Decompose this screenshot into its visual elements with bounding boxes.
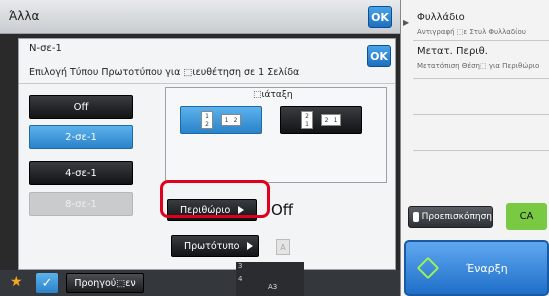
preview-button[interactable]: Προεπισκόπηση <box>408 206 493 228</box>
preview-label: Προεπισκόπηση <box>421 212 492 222</box>
preview-icon <box>413 212 419 222</box>
page-vertical-icon: 1 2 <box>201 111 213 129</box>
top-ok-button[interactable]: OK <box>368 6 392 28</box>
layout-option-21-button[interactable]: 2 1 2 1 <box>280 106 362 134</box>
option-off-button[interactable]: Off <box>29 95 133 119</box>
option-8in1-button: 8-σε-1 <box>29 192 133 216</box>
page-horizontal-icon: 1 2 <box>221 114 241 126</box>
dialog-ok-button[interactable]: OK <box>367 45 391 67</box>
layout-title: ⬚ιάταξη <box>253 90 293 100</box>
page-number: 2 <box>233 116 238 124</box>
option-4in1-button[interactable]: 4-σε-1 <box>29 161 133 185</box>
page-horizontal-icon: 2 1 <box>321 114 341 126</box>
play-arrow-icon: ▶ <box>403 18 410 27</box>
dialog-title: N-σε-1 <box>29 43 62 54</box>
top-bar: Άλλα OK <box>0 0 400 34</box>
layout-group: ⬚ιάταξη 1 2 1 2 2 1 2 1 <box>165 87 387 183</box>
tray-number: 4 <box>238 275 243 283</box>
margin-shift-title: Μετατ. Περιθ. <box>417 46 488 57</box>
divider <box>413 78 549 79</box>
original-label: Πρωτότυπο <box>184 240 240 252</box>
page-number: 1 <box>305 120 309 128</box>
booklet-subtitle: Αντιγραφή ⬚ε Στυλ Φυλλαδίου <box>417 28 526 36</box>
booklet-item[interactable]: ▶ Φυλλάδιο Αντιγραφή ⬚ε Στυλ Φυλλαδίου <box>401 6 549 40</box>
star-icon[interactable]: ★ <box>10 274 23 290</box>
original-button[interactable]: Πρωτότυπο <box>171 235 259 257</box>
option-2in1-button[interactable]: 2-σε-1 <box>29 125 133 149</box>
page-number: 2 <box>324 116 329 124</box>
paper-a-icon: A <box>276 239 290 255</box>
divider <box>19 83 395 84</box>
tray-number: 3 <box>238 262 243 270</box>
screen-title: Άλλα <box>9 9 40 23</box>
margin-shift-item[interactable]: Μετατ. Περιθ. Μετατόπιση Θέση⬚ για Περιθ… <box>401 40 549 74</box>
layout-option-12-button[interactable]: 1 2 1 2 <box>180 106 262 134</box>
n-up-dialog: N-σε-1 OK Επιλογή Τύπου Πρωτοτύπου για ⬚… <box>18 38 396 270</box>
page-number: 1 <box>224 116 229 124</box>
dialog-subtitle: Επιλογή Τύπου Πρωτοτύπου για ⬚ιευθέτηση … <box>29 67 300 78</box>
margin-shift-subtitle: Μετατόπιση Θέση⬚ για Περιθώριο <box>417 62 540 70</box>
clear-all-button[interactable]: CA <box>506 203 547 230</box>
start-label: Έναρξη <box>466 262 508 275</box>
page-number: 1 <box>333 116 338 124</box>
start-button[interactable]: Έναρξη <box>404 240 549 296</box>
divider <box>413 114 549 115</box>
page-vertical-icon: 2 1 <box>301 111 313 129</box>
divider <box>413 150 549 151</box>
previous-button[interactable]: Προηγού⬚εν <box>66 273 144 293</box>
page-number: 2 <box>305 112 309 120</box>
tray-size-label: A3 <box>268 283 278 291</box>
border-value: Off <box>271 201 294 219</box>
bottom-bar: ★ ✓ Προηγού⬚εν <box>0 270 400 296</box>
arrow-right-icon <box>247 242 254 250</box>
page-number: 2 <box>205 120 209 128</box>
highlight-frame <box>160 180 270 218</box>
check-icon[interactable]: ✓ <box>36 273 58 293</box>
booklet-title: Φυλλάδιο <box>417 12 465 23</box>
page-number: 1 <box>205 112 209 120</box>
start-icon <box>416 256 440 280</box>
